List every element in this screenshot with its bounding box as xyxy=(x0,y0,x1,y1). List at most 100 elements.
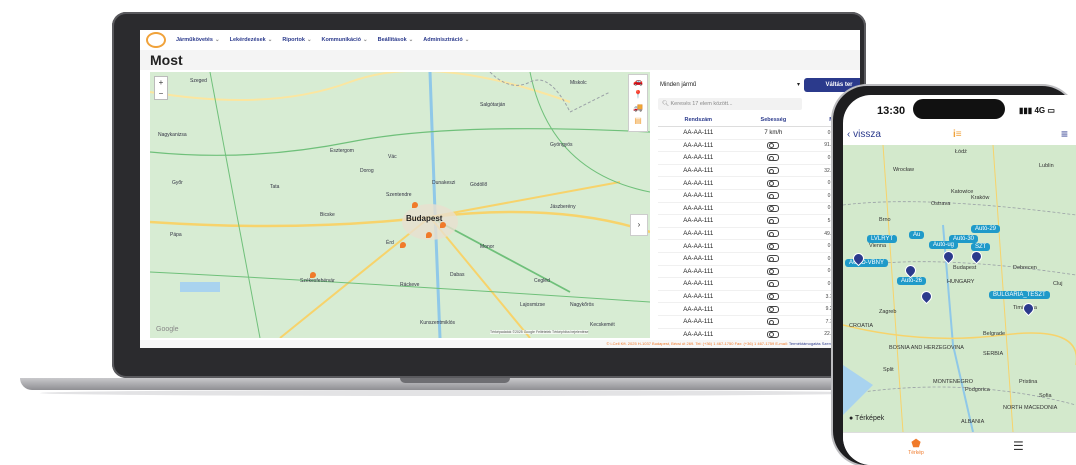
table-row[interactable]: AA-AA-1119.2 km xyxy=(658,302,858,316)
status-time: 13:30 xyxy=(877,105,906,117)
table-row[interactable]: AA-AA-11132.7 km xyxy=(658,164,858,178)
chevron-down-icon: ⌄ xyxy=(464,37,470,43)
vehicle-tag[interactable]: BULGARIA_TESZT xyxy=(989,291,1050,299)
nav-beallitasok[interactable]: Beállítások ⌄ xyxy=(378,37,414,43)
table-row[interactable]: AA-AA-11149.1 km xyxy=(658,227,858,241)
title-bar xyxy=(140,50,860,70)
plate-cell: AA-AA-111 xyxy=(658,252,739,266)
vehicle-marker[interactable] xyxy=(440,222,446,228)
table-row[interactable]: AA-AA-1110 km xyxy=(658,151,858,165)
status-bar: 13:30 ▮▮▮ 4G ▭ xyxy=(843,95,1076,125)
plate-cell: AA-AA-111 xyxy=(658,277,739,291)
layers-icon[interactable]: ▤ xyxy=(631,115,645,127)
map-label: Esztergom xyxy=(330,148,354,154)
table-row[interactable]: AA-AA-1110 km xyxy=(658,239,858,253)
map-pin-icon: ⬟ xyxy=(911,438,921,450)
map-label: Tata xyxy=(270,184,280,190)
map-label: MONTENEGRO xyxy=(933,379,974,385)
map-label: Lajosmizse xyxy=(520,302,546,308)
plate-cell: AA-AA-111 xyxy=(658,227,739,241)
table-row[interactable]: AA-AA-1110 km xyxy=(658,265,858,279)
map-label: Ráckeve xyxy=(400,282,420,288)
company-logo[interactable] xyxy=(146,32,166,48)
expand-panel-button[interactable]: › xyxy=(630,214,648,236)
vehicle-marker[interactable] xyxy=(412,202,418,208)
speed-cell xyxy=(738,277,809,291)
zoom-in-button[interactable]: + xyxy=(155,77,167,88)
menu-icon[interactable]: ≡ xyxy=(1061,127,1068,141)
vehicle-tag[interactable]: Autó-26 xyxy=(897,277,927,285)
speed-cell xyxy=(738,265,809,279)
map-label: Podgorica xyxy=(965,387,990,393)
table-row[interactable]: AA-AA-11122.1 km xyxy=(658,328,858,342)
plate-cell: AA-AA-111 xyxy=(658,151,739,165)
plate-cell: AA-AA-111 xyxy=(658,302,739,316)
nav-jarmukovetes[interactable]: Járműkövetés ⌄ xyxy=(176,37,220,43)
map-label: Dunakeszi xyxy=(432,180,456,186)
chevron-down-icon: ⌄ xyxy=(215,37,220,43)
plate-cell: AA-AA-111 xyxy=(658,176,739,190)
vehicle-tag[interactable]: Autó-ug xyxy=(929,241,959,249)
map-attribution[interactable]: Térképadatok ©2025 Google Feltételek Tér… xyxy=(490,330,589,334)
tab-map-label: Térkép xyxy=(908,450,924,456)
vehicle-select[interactable]: Minden jármű ▾ xyxy=(658,78,804,92)
column-header-plate[interactable]: Rendszám xyxy=(658,114,739,127)
map-label: Brno xyxy=(879,217,891,223)
map-label: Nagykőrös xyxy=(570,302,594,308)
poi-icon[interactable]: 📍 xyxy=(631,89,645,101)
footer-text: © i-Cell Kft. 2025 H-1037 Budapest, Bécs… xyxy=(606,341,788,346)
search-input[interactable]: 🔍︎ Keresés 17 elem között... xyxy=(658,98,802,110)
table-row[interactable]: AA-AA-1115 km xyxy=(658,214,858,228)
vehicle-tag[interactable]: LVLRYT xyxy=(867,235,898,243)
vehicle-tag[interactable]: Autó-29 xyxy=(971,225,1001,233)
ignition-icon xyxy=(767,305,780,313)
nav-adminisztracio[interactable]: Adminisztráció ⌄ xyxy=(423,37,469,43)
speed-cell xyxy=(738,290,809,304)
vehicle-tag[interactable]: AUTÓ-VBNY xyxy=(845,259,889,267)
vehicle-tag[interactable]: SZT xyxy=(971,243,991,251)
laptop-notch xyxy=(400,378,510,383)
dynamic-island xyxy=(913,99,1005,119)
map-label: BOSNIA AND HERZEGOVINA xyxy=(889,345,964,351)
table-row[interactable]: AA-AA-11191.4 km xyxy=(658,139,858,153)
truck-icon[interactable]: 🚚 xyxy=(631,102,645,114)
back-button[interactable]: ‹ vissza xyxy=(847,129,881,140)
map-view[interactable]: + − 🚗 📍 🚚 ▤ › Budapest Szeged Miskolc Nag… xyxy=(150,72,650,338)
table-row[interactable]: AA-AA-1117 km/h0 km xyxy=(658,126,858,140)
table-row[interactable]: AA-AA-1117.7 km xyxy=(658,315,858,329)
zoom-control[interactable]: + − xyxy=(154,76,168,100)
network-indicator: ▮▮▮ 4G ▭ xyxy=(1019,106,1055,115)
vehicle-tag[interactable]: Au xyxy=(909,231,925,239)
map-label: Zagreb xyxy=(879,309,897,315)
tab-map[interactable]: ⬟ Térkép xyxy=(901,437,931,456)
table-row[interactable]: AA-AA-1110 km xyxy=(658,189,858,203)
zoom-out-button[interactable]: − xyxy=(155,88,167,99)
table-row[interactable]: AA-AA-1110 km xyxy=(658,202,858,216)
nav-lekerdezesek[interactable]: Lekérdezések ⌄ xyxy=(230,37,273,43)
column-header-speed[interactable]: Sebesség xyxy=(738,114,809,127)
nav-riportok[interactable]: Riportok ⌄ xyxy=(282,37,311,43)
map-label: Cegléd xyxy=(534,278,550,284)
table-row[interactable]: AA-AA-1113.7 km xyxy=(658,290,858,304)
map-label: Kraków xyxy=(971,195,990,201)
map-tools: 🚗 📍 🚚 ▤ xyxy=(628,74,648,132)
car-icon[interactable]: 🚗 xyxy=(631,76,645,88)
map-label: Debrecen xyxy=(1013,265,1037,271)
map-label: Szeged xyxy=(190,78,207,84)
nav-kommunikacio[interactable]: Kommunikáció ⌄ xyxy=(322,37,368,43)
map-label: Érd xyxy=(386,240,394,246)
vehicle-marker[interactable] xyxy=(426,232,432,238)
table-row[interactable]: AA-AA-1110 km xyxy=(658,176,858,190)
speed-cell xyxy=(738,139,809,153)
table-row[interactable]: AA-AA-1110 km xyxy=(658,252,858,266)
speed-cell xyxy=(738,214,809,228)
map-label: Pristina xyxy=(1019,379,1038,385)
speed-cell: 7 km/h xyxy=(738,126,809,140)
plate-cell: AA-AA-111 xyxy=(658,328,739,342)
phone-map[interactable]: Łódź Lublin Wrocław Katowice Kraków Ostr… xyxy=(843,145,1076,432)
tab-list-icon[interactable]: ☰ xyxy=(1013,439,1024,453)
app-logo-icon: i≡ xyxy=(953,129,962,140)
speed-cell xyxy=(738,328,809,342)
vehicle-marker[interactable] xyxy=(400,242,406,248)
table-row[interactable]: AA-AA-1110 km xyxy=(658,277,858,291)
